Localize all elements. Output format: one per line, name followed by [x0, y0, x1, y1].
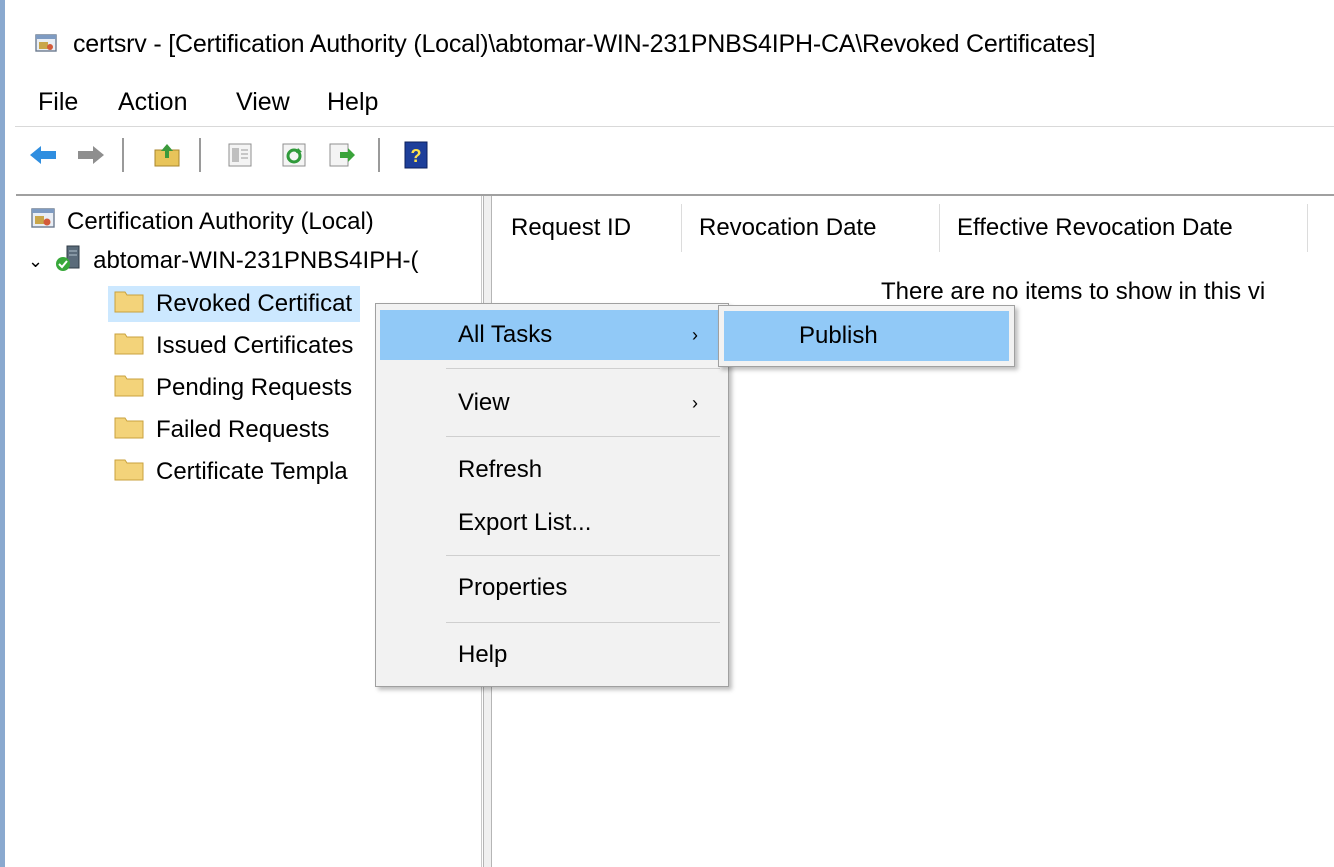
up-folder-icon[interactable]: [150, 138, 184, 172]
context-menu-item-refresh[interactable]: Refresh: [380, 445, 722, 495]
refresh-icon[interactable]: [277, 138, 311, 172]
menu-item-label: Properties: [458, 574, 568, 601]
tree-root[interactable]: Certification Authority (Local): [31, 204, 374, 240]
column-divider[interactable]: [1307, 204, 1308, 252]
menu-item-label: Export List...: [458, 509, 592, 536]
context-menu-item-export-list[interactable]: Export List...: [380, 498, 722, 548]
toolbar-separator: [378, 138, 380, 172]
menu-view[interactable]: View: [232, 86, 294, 119]
menu-item-label: View: [458, 389, 510, 416]
folder-icon: [114, 331, 144, 362]
column-header-request-id[interactable]: Request ID: [493, 196, 681, 260]
toolbar-separator: [199, 138, 201, 172]
menubar-separator: [15, 126, 1334, 127]
chevron-right-icon: ›: [692, 324, 698, 345]
forward-arrow-icon[interactable]: [74, 138, 108, 172]
svg-text:?: ?: [411, 146, 422, 166]
context-menu: All Tasks › View › Refresh Export List..…: [375, 303, 729, 687]
folder-icon: [114, 415, 144, 446]
tree-item-label: Issued Certificates: [156, 332, 354, 359]
tree-item-certificate-templates[interactable]: Certificate Templa: [114, 454, 348, 490]
column-header-effective-revocation-date[interactable]: Effective Revocation Date: [939, 196, 1307, 260]
menu-bar: File Action View Help: [5, 84, 1334, 124]
ca-server-icon: [55, 244, 81, 279]
folder-icon: [114, 373, 144, 404]
folder-icon: [114, 457, 144, 488]
context-menu-item-help[interactable]: Help: [380, 630, 722, 680]
menu-item-label: All Tasks: [458, 321, 553, 348]
context-menu-item-view[interactable]: View ›: [380, 378, 722, 428]
menu-separator: [446, 368, 720, 369]
tree-item-label: Certificate Templa: [156, 458, 348, 485]
title-bar: certsrv - [Certification Authority (Loca…: [5, 0, 1334, 88]
tree-item-label: Pending Requests: [156, 374, 353, 401]
context-menu-item-all-tasks[interactable]: All Tasks ›: [380, 310, 722, 360]
toolbar: ?: [5, 130, 1334, 182]
menu-action[interactable]: Action: [114, 86, 191, 119]
menu-help[interactable]: Help: [323, 86, 382, 119]
chevron-down-icon[interactable]: ⌄: [28, 251, 43, 272]
toolbar-separator: [122, 138, 124, 172]
submenu-item-publish[interactable]: Publish: [724, 311, 1009, 361]
menu-separator: [446, 555, 720, 556]
tree-ca-node[interactable]: ⌄ abtomar-WIN-231PNBS4IPH-(: [28, 243, 419, 279]
back-arrow-icon[interactable]: [26, 138, 60, 172]
help-icon[interactable]: ?: [399, 138, 433, 172]
all-tasks-submenu: Publish: [718, 305, 1015, 367]
tree-item-revoked-certificates[interactable]: Revoked Certificat: [108, 286, 361, 322]
window-title: certsrv - [Certification Authority (Loca…: [73, 30, 1096, 58]
chevron-right-icon: ›: [692, 392, 698, 413]
menu-separator: [446, 622, 720, 623]
menu-item-label: Publish: [799, 322, 878, 349]
mmc-console-icon: [31, 207, 55, 237]
tree-item-label: Failed Requests: [156, 416, 330, 443]
tree-item-label: Revoked Certificat: [156, 290, 353, 317]
column-header-revocation-date[interactable]: Revocation Date: [681, 196, 939, 260]
tree-root-label: Certification Authority (Local): [67, 208, 374, 235]
mmc-console-icon: [35, 34, 57, 54]
menu-separator: [446, 436, 720, 437]
show-hide-tree-icon[interactable]: [223, 138, 257, 172]
tree-ca-label: abtomar-WIN-231PNBS4IPH-(: [93, 247, 419, 274]
tree-item-failed-requests[interactable]: Failed Requests: [114, 412, 329, 448]
tree-item-issued-certificates[interactable]: Issued Certificates: [114, 328, 353, 364]
menu-file[interactable]: File: [34, 86, 82, 119]
context-menu-item-properties[interactable]: Properties: [380, 563, 722, 613]
export-list-icon[interactable]: [325, 138, 359, 172]
menu-item-label: Help: [458, 641, 508, 668]
folder-icon: [114, 289, 144, 320]
tree-item-pending-requests[interactable]: Pending Requests: [114, 370, 352, 406]
empty-list-message: There are no items to show in this vi: [881, 278, 1266, 305]
menu-item-label: Refresh: [458, 456, 543, 483]
